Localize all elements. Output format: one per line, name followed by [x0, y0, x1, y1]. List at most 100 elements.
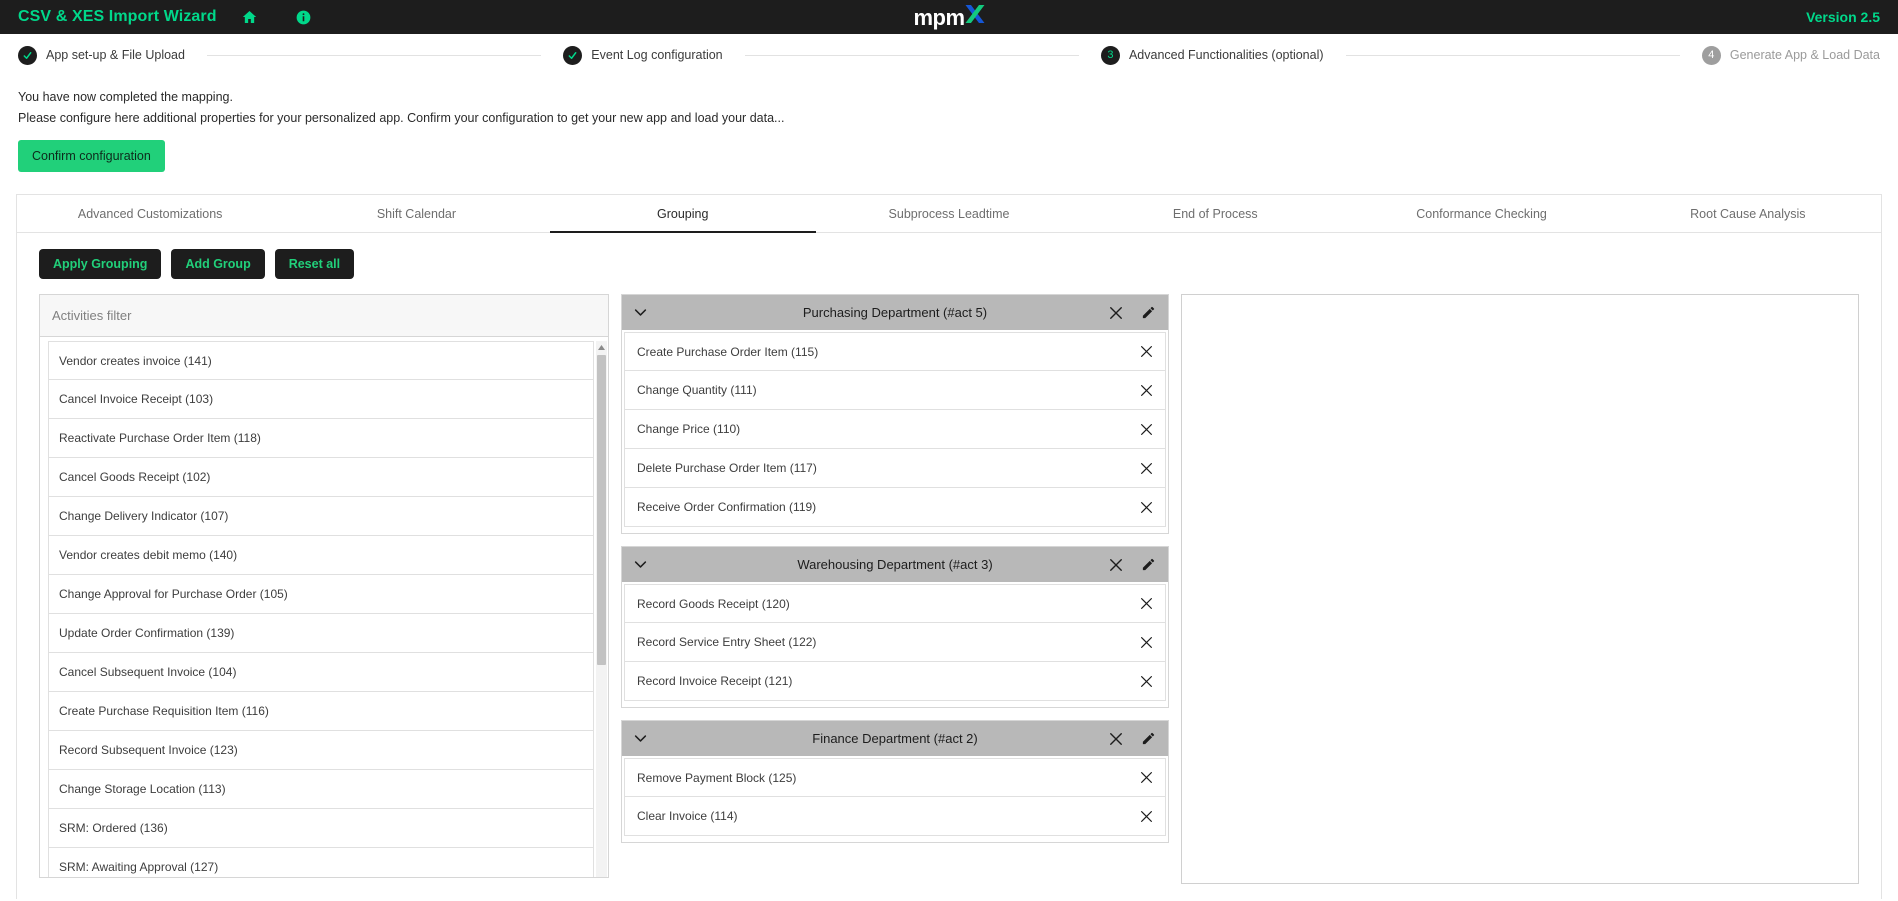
group-item-label: Receive Order Confirmation (119) [637, 500, 817, 515]
remove-item-icon[interactable] [1140, 597, 1153, 610]
grouping-toolbar: Apply Grouping Add Group Reset all [17, 233, 1881, 280]
reset-all-button[interactable]: Reset all [274, 249, 355, 280]
version-label: Version 2.5 [1806, 9, 1880, 25]
remove-item-icon[interactable] [1140, 423, 1153, 436]
group-item-row[interactable]: Receive Order Confirmation (119) [624, 488, 1166, 528]
list-item[interactable]: SRM: Ordered (136) [48, 809, 594, 849]
step-app-setup-file-upload[interactable]: App set-up & File Upload [18, 45, 185, 65]
group-warehousing-department: Warehousing Department (#act 3) Record G… [621, 546, 1169, 709]
tab-conformance-checking[interactable]: Conformance Checking [1348, 195, 1614, 232]
group-title: Purchasing Department (#act 5) [802, 305, 988, 321]
group-item-row[interactable]: Change Quantity (111) [624, 371, 1166, 411]
groups-column: Purchasing Department (#act 5) Create Pu… [621, 294, 1169, 855]
tab-shift-calendar[interactable]: Shift Calendar [283, 195, 549, 232]
mpmx-logo: mpm [913, 3, 985, 31]
list-item[interactable]: Create Purchase Requisition Item (116) [48, 692, 594, 732]
step-2-marker-icon [563, 45, 583, 65]
group-item-row[interactable]: Change Price (110) [624, 410, 1166, 450]
remove-item-icon[interactable] [1140, 636, 1153, 649]
tab-subprocess-leadtime[interactable]: Subprocess Leadtime [816, 195, 1082, 232]
scrollbar-thumb[interactable] [597, 355, 606, 666]
remove-item-icon[interactable] [1140, 345, 1153, 358]
apply-grouping-button[interactable]: Apply Grouping [39, 249, 162, 280]
group-item-row[interactable]: Record Invoice Receipt (121) [624, 662, 1166, 702]
list-item[interactable]: Vendor creates invoice (141) [48, 341, 594, 381]
group-header: Purchasing Department (#act 5) [622, 295, 1168, 331]
group-item-row[interactable]: Create Purchase Order Item (115) [624, 332, 1166, 372]
group-item-row[interactable]: Clear Invoice (114) [624, 797, 1166, 837]
tab-end-of-process[interactable]: End of Process [1082, 195, 1348, 232]
group-item-label: Delete Purchase Order Item (117) [637, 461, 817, 476]
activities-list: Vendor creates invoice (141) Cancel Invo… [40, 337, 608, 878]
step-connector-3 [1345, 54, 1680, 56]
remove-item-icon[interactable] [1140, 810, 1153, 823]
step-connector-2 [744, 54, 1079, 56]
group-item-label: Record Goods Receipt (120) [637, 596, 790, 611]
step-advanced-functionalities[interactable]: 3 Advanced Functionalities (optional) [1100, 45, 1324, 65]
group-title: Warehousing Department (#act 3) [797, 557, 993, 573]
list-item[interactable]: SRM: Awaiting Approval (127) [48, 848, 594, 878]
tab-root-cause-analysis[interactable]: Root Cause Analysis [1615, 195, 1881, 232]
list-item[interactable]: Vendor creates debit memo (140) [48, 536, 594, 576]
group-items: Record Goods Receipt (120) Record Servic… [622, 582, 1168, 707]
list-item[interactable]: Cancel Subsequent Invoice (104) [48, 653, 594, 693]
list-item[interactable]: Update Order Confirmation (139) [48, 614, 594, 654]
wizard-stepper: App set-up & File Upload Event Log confi… [0, 34, 1898, 76]
list-item[interactable]: Change Delivery Indicator (107) [48, 497, 594, 537]
intro-line-2: Please configure here additional propert… [18, 110, 785, 125]
group-item-label: Change Quantity (111) [637, 383, 757, 398]
confirm-configuration-button[interactable]: Confirm configuration [18, 140, 165, 173]
step-1-label: App set-up & File Upload [46, 48, 185, 62]
grouping-workspace: Activities filter Vendor creates invoice… [17, 279, 1881, 885]
list-item[interactable]: Record Subsequent Invoice (123) [48, 731, 594, 771]
scroll-up-arrow-icon[interactable] [596, 341, 607, 353]
group-header: Warehousing Department (#act 3) [622, 547, 1168, 583]
info-icon[interactable] [296, 10, 311, 25]
activities-scrollbar[interactable] [596, 341, 607, 878]
group-item-row[interactable]: Record Goods Receipt (120) [624, 584, 1166, 624]
tab-advanced-customizations[interactable]: Advanced Customizations [17, 195, 283, 232]
tab-grouping[interactable]: Grouping [549, 195, 817, 234]
group-item-label: Record Invoice Receipt (121) [637, 674, 793, 689]
home-icon[interactable] [241, 9, 258, 25]
list-item[interactable]: Reactivate Purchase Order Item (118) [48, 419, 594, 459]
step-event-log-configuration[interactable]: Event Log configuration [563, 45, 723, 65]
step-generate-app-load-data[interactable]: 4 Generate App & Load Data [1701, 45, 1880, 65]
delete-group-icon[interactable] [1109, 558, 1123, 572]
step-2-label: Event Log configuration [591, 48, 723, 62]
group-item-row[interactable]: Record Service Entry Sheet (122) [624, 623, 1166, 663]
group-item-row[interactable]: Delete Purchase Order Item (117) [624, 449, 1166, 489]
group-title: Finance Department (#act 2) [812, 731, 978, 747]
activities-filter-panel: Activities filter Vendor creates invoice… [39, 294, 609, 879]
chevron-down-icon[interactable] [634, 560, 647, 569]
chevron-down-icon[interactable] [634, 734, 647, 743]
remove-item-icon[interactable] [1140, 771, 1153, 784]
remove-item-icon[interactable] [1140, 384, 1153, 397]
group-dropzone[interactable] [1181, 294, 1859, 885]
remove-item-icon[interactable] [1140, 501, 1153, 514]
edit-group-icon[interactable] [1141, 731, 1156, 746]
group-finance-department: Finance Department (#act 2) Remove Payme… [621, 720, 1169, 844]
logo-x-icon [965, 3, 985, 25]
group-item-row[interactable]: Remove Payment Block (125) [624, 758, 1166, 798]
step-3-label: Advanced Functionalities (optional) [1128, 48, 1324, 62]
remove-item-icon[interactable] [1140, 462, 1153, 475]
list-item[interactable]: Cancel Invoice Receipt (103) [48, 380, 594, 420]
add-group-button[interactable]: Add Group [171, 249, 265, 280]
group-items: Remove Payment Block (125) Clear Invoice… [622, 756, 1168, 842]
logo-text: mpm [913, 5, 965, 30]
list-item[interactable]: Change Approval for Purchase Order (105) [48, 575, 594, 615]
tab-bar: Advanced Customizations Shift Calendar G… [17, 195, 1881, 234]
list-item[interactable]: Change Storage Location (113) [48, 770, 594, 810]
group-item-label: Clear Invoice (114) [637, 809, 738, 824]
edit-group-icon[interactable] [1141, 305, 1156, 320]
step-connector-1 [206, 54, 542, 56]
group-items: Create Purchase Order Item (115) Change … [622, 330, 1168, 533]
remove-item-icon[interactable] [1140, 675, 1153, 688]
list-item[interactable]: Cancel Goods Receipt (102) [48, 458, 594, 498]
chevron-down-icon[interactable] [634, 308, 647, 317]
edit-group-icon[interactable] [1141, 557, 1156, 572]
intro-line-1: You have now completed the mapping. [18, 90, 233, 104]
delete-group-icon[interactable] [1109, 732, 1123, 746]
delete-group-icon[interactable] [1109, 306, 1123, 320]
